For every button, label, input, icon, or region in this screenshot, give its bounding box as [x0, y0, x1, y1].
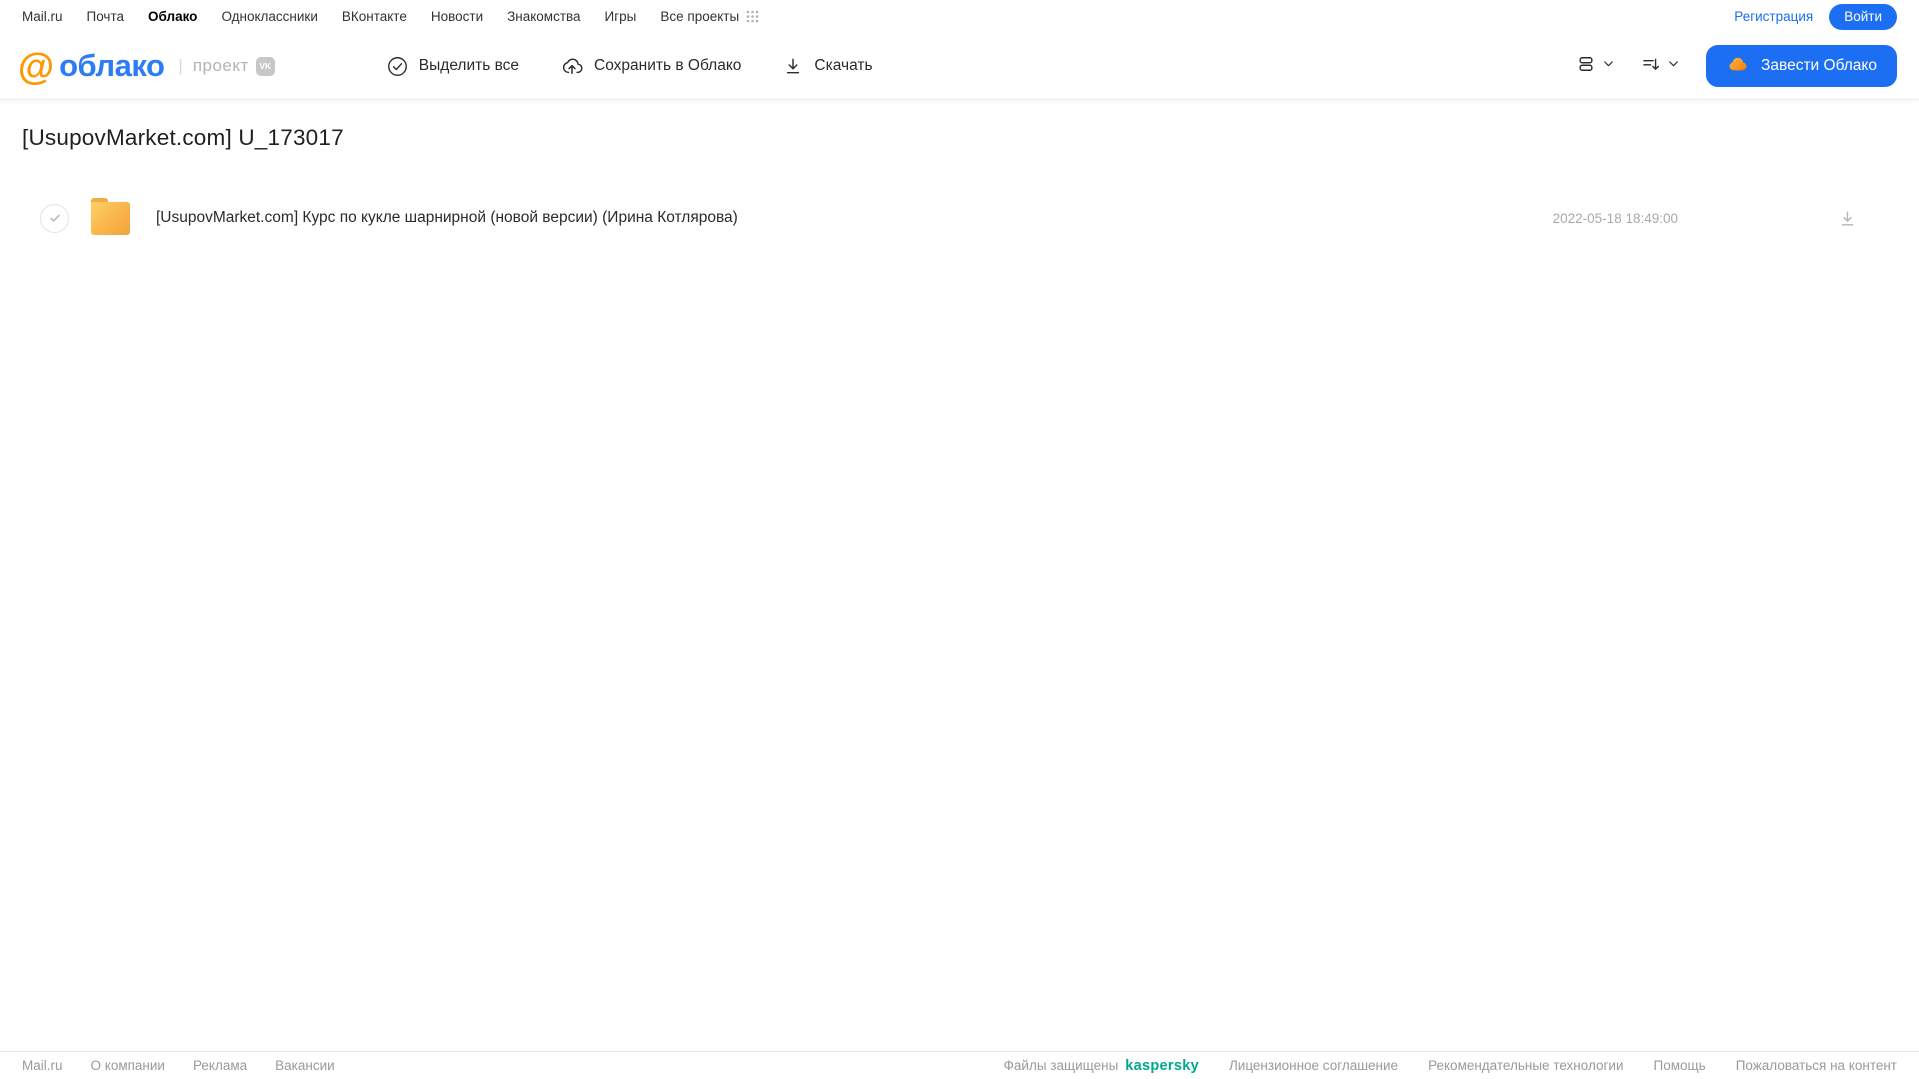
protected-label: Файлы защищены [1003, 1058, 1119, 1073]
sort-dropdown[interactable] [1641, 54, 1680, 79]
nav-link-mailru[interactable]: Mail.ru [22, 9, 63, 24]
nav-link-odnoklassniki[interactable]: Одноклассники [221, 9, 317, 24]
portal-nav: Mail.ru Почта Облако Одноклассники ВКонт… [0, 0, 1919, 33]
cloud-logo-icon [1726, 52, 1750, 81]
file-name-link[interactable]: [UsupovMarket.com] Курс по кукле шарнирн… [156, 209, 1553, 227]
footer-link-jobs[interactable]: Вакансии [275, 1058, 335, 1073]
toolbar: Выделить все Сохранить в Облако Скачать [387, 55, 873, 77]
footer-link-report[interactable]: Пожаловаться на контент [1736, 1058, 1897, 1073]
folder-icon [91, 197, 130, 235]
file-date: 2022-05-18 18:49:00 [1552, 210, 1678, 226]
file-row[interactable]: [UsupovMarket.com] Курс по кукле шарнирн… [22, 189, 1897, 247]
cloud-logo[interactable]: @ облако | проект VK [18, 48, 275, 85]
nav-link-dating[interactable]: Знакомства [507, 9, 580, 24]
download-label: Скачать [814, 57, 873, 74]
folder-body [91, 201, 130, 235]
grid-dots-icon [746, 10, 759, 23]
download-button[interactable]: Скачать [783, 56, 873, 76]
footer-link-about[interactable]: О компании [91, 1058, 165, 1073]
get-cloud-button[interactable]: Завести Облако [1706, 45, 1897, 87]
mailru-at-icon: @ [18, 45, 54, 87]
header-right: Завести Облако [1576, 45, 1897, 87]
footer-right-links: Файлы защищены kaspersky Лицензионное со… [1004, 1058, 1897, 1074]
nav-link-games[interactable]: Игры [605, 9, 637, 24]
select-all-label: Выделить все [418, 57, 520, 74]
footer-link-license[interactable]: Лицензионное соглашение [1229, 1058, 1398, 1073]
nav-link-vkontakte[interactable]: ВКонтакте [342, 9, 407, 24]
nav-link-mail[interactable]: Почта [87, 9, 125, 24]
cloud-upload-icon [561, 55, 583, 77]
nav-link-cloud[interactable]: Облако [148, 9, 197, 24]
select-all-button[interactable]: Выделить все [387, 56, 519, 77]
save-to-cloud-button[interactable]: Сохранить в Облако [561, 55, 741, 77]
app-header: @ облако | проект VK Выделить все Сохран… [0, 33, 1919, 99]
project-label: проект [192, 56, 249, 75]
row-download-icon[interactable] [1838, 209, 1857, 228]
registration-link[interactable]: Регистрация [1734, 9, 1813, 24]
download-icon [783, 56, 803, 76]
footer-left-links: Mail.ru О компании Реклама Вакансии [22, 1058, 335, 1073]
view-mode-icon [1576, 54, 1596, 79]
kaspersky-logo[interactable]: kaspersky [1125, 1058, 1199, 1074]
nav-link-news[interactable]: Новости [431, 9, 483, 24]
get-cloud-label: Завести Облако [1761, 57, 1877, 74]
login-button[interactable]: Войти [1829, 3, 1897, 30]
footer-link-ads[interactable]: Реклама [193, 1058, 247, 1073]
main-content: [UsupovMarket.com] U_173017 [UsupovMarke… [0, 125, 1919, 247]
footer: Mail.ru О компании Реклама Вакансии Файл… [0, 1051, 1919, 1079]
nav-link-all-projects[interactable]: Все проекты [660, 9, 759, 24]
page-title: [UsupovMarket.com] U_173017 [22, 125, 344, 150]
portal-nav-right: Регистрация Войти [1734, 3, 1897, 30]
row-checkbox[interactable] [40, 203, 69, 233]
check-circle-icon [387, 56, 408, 77]
vk-badge-icon: VK [255, 56, 275, 76]
sort-icon [1641, 54, 1661, 79]
all-projects-label: Все проекты [660, 9, 740, 24]
check-icon [49, 214, 60, 222]
chevron-down-icon [1602, 57, 1615, 75]
footer-link-help[interactable]: Помощь [1654, 1058, 1706, 1073]
footer-link-recommendations[interactable]: Рекомендательные технологии [1428, 1058, 1623, 1073]
logo-separator: | [178, 56, 183, 75]
kaspersky-protection: Файлы защищены kaspersky [1004, 1058, 1199, 1074]
portal-nav-links: Mail.ru Почта Облако Одноклассники ВКонт… [22, 9, 759, 24]
chevron-down-icon [1667, 57, 1680, 75]
footer-link-mailru[interactable]: Mail.ru [22, 1058, 63, 1073]
logo-wordmark: облако [59, 48, 165, 83]
save-to-cloud-label: Сохранить в Облако [594, 57, 742, 74]
view-mode-dropdown[interactable] [1576, 54, 1615, 79]
